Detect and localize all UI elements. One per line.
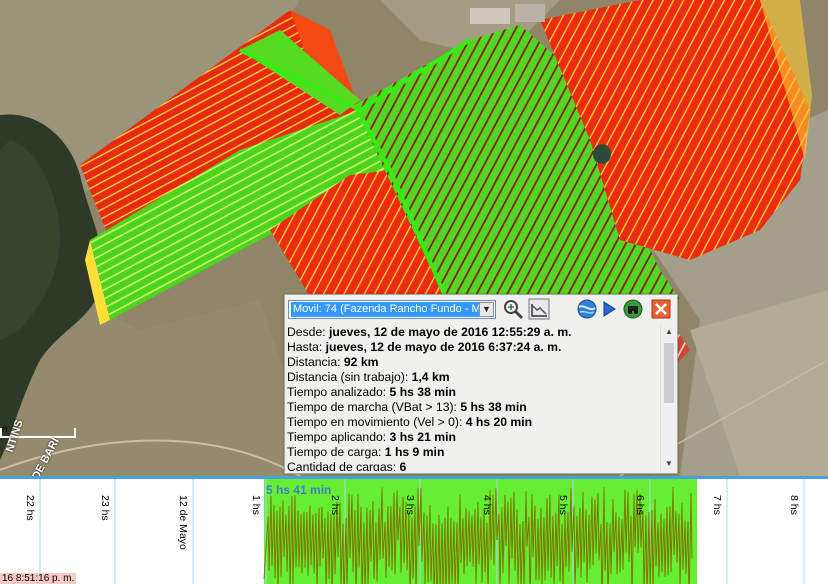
stat-row: Tiempo de marcha (VBat > 13): 5 hs 38 mi… (287, 400, 657, 415)
chart-icon[interactable] (527, 297, 551, 321)
stat-label: Tiempo en movimiento (Vel > 0): (287, 415, 463, 429)
trip-summary-panel: Movil: 74 (Fazenda Rancho Fundo - MSU) ▼… (284, 294, 678, 474)
timeline-tick-label: 2 hs (329, 495, 341, 515)
panel-toolbar: Movil: 74 (Fazenda Rancho Fundo - MSU) ▼ (287, 297, 673, 323)
tractor-icon[interactable] (621, 297, 645, 321)
stat-label: Tiempo de carga: (287, 445, 382, 459)
stat-label: Desde: (287, 325, 326, 339)
timeline-tick-label: 7 hs (711, 495, 723, 515)
stat-label: Tiempo de marcha (VBat > 13): (287, 400, 457, 414)
timeline-tick-label: 23 hs (99, 495, 111, 521)
stat-value: 1 hs 9 min (384, 445, 445, 459)
scroll-up-icon[interactable]: ▲ (661, 325, 677, 339)
stat-value: 5 hs 38 min (460, 400, 527, 414)
stat-row: Distancia: 92 km (287, 355, 657, 370)
timeline-tick-label: 4 hs (481, 495, 493, 515)
stat-value: 92 km (343, 355, 379, 369)
stat-value: 5 hs 38 min (389, 385, 456, 399)
timeline-tick-label: 1 hs (250, 495, 262, 515)
timeline-duration: 5 hs 41 min (266, 483, 332, 497)
stat-row: Tiempo aplicando: 3 hs 21 min (287, 430, 657, 445)
stat-label: Cantidad de cargas: (287, 460, 397, 471)
vehicle-select[interactable]: Movil: 74 (Fazenda Rancho Fundo - MSU) ▼ (288, 300, 496, 319)
stat-value: 6 (399, 460, 407, 471)
timeline-tick-label: 8 hs (788, 495, 800, 515)
panel-scrollbar[interactable]: ▲ ▼ (660, 325, 677, 471)
timeline-tick-label: 12 de Mayo (177, 495, 189, 550)
timeline-tick-label: 22 hs (24, 495, 36, 521)
stat-value: 3 hs 21 min (389, 430, 456, 444)
stat-row: Tiempo en movimiento (Vel > 0): 4 hs 20 … (287, 415, 657, 430)
close-icon[interactable] (649, 297, 673, 321)
stat-row: Desde: jueves, 12 de mayo de 2016 12:55:… (287, 325, 657, 340)
trip-stats-list: Desde: jueves, 12 de mayo de 2016 12:55:… (287, 325, 657, 471)
stat-value: jueves, 12 de mayo de 2016 12:55:29 a. m… (329, 325, 572, 339)
scroll-thumb[interactable] (664, 343, 674, 403)
timeline-tick-label: 5 hs (557, 495, 569, 515)
stat-row: Hasta: jueves, 12 de mayo de 2016 6:37:2… (287, 340, 657, 355)
chevron-down-icon[interactable]: ▼ (479, 302, 494, 317)
stat-label: Distancia: (287, 355, 341, 369)
play-icon[interactable] (597, 297, 621, 321)
scroll-down-icon[interactable]: ▼ (661, 457, 677, 471)
scale-label: n (2, 424, 8, 435)
timeline-bar[interactable]: 22 hs 23 hs 12 de Mayo 1 hs 2 hs 3 hs 4 hs 5 hs… (0, 476, 828, 584)
globe-icon[interactable] (575, 297, 599, 321)
stat-label: Hasta: (287, 340, 323, 354)
stat-value: 1,4 km (411, 370, 450, 384)
stat-row: Tiempo de carga: 1 hs 9 min (287, 445, 657, 460)
stat-value: 4 hs 20 min (465, 415, 533, 429)
stat-value: jueves, 12 de mayo de 2016 6:37:24 a. m. (325, 340, 562, 354)
stat-label: Tiempo aplicando: (287, 430, 387, 444)
stat-row: Cantidad de cargas: 6 (287, 460, 657, 471)
timeline-tick-label: 3 hs (404, 495, 416, 515)
timeline-tick-label: 6 hs (634, 495, 646, 515)
zoom-icon[interactable] (501, 297, 525, 321)
stat-label: Tiempo analizado: (287, 385, 387, 399)
timeline-cursor-time: 16 8:51:16 p. m. (0, 573, 77, 584)
stat-row: Distancia (sin trabajo): 1,4 km (287, 370, 657, 385)
stat-row: Tiempo analizado: 5 hs 38 min (287, 385, 657, 400)
vehicle-select-value: Movil: 74 (Fazenda Rancho Fundo - MSU) (291, 302, 479, 317)
stat-label: Distancia (sin trabajo): (287, 370, 409, 384)
